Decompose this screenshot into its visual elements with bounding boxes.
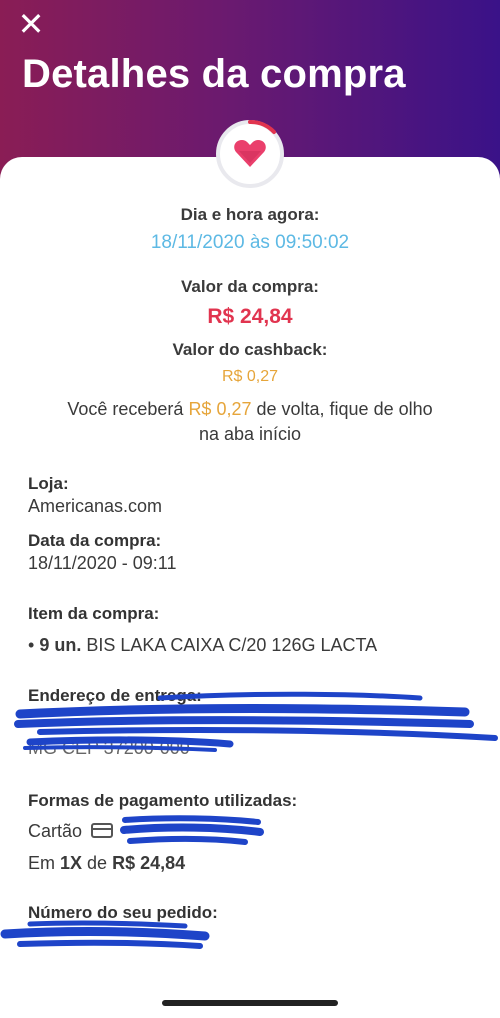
datetime-value: 18/11/2020 às 09:50:02 <box>150 232 350 253</box>
store-value: Americanas.com <box>28 496 163 516</box>
installments-mid: de <box>82 853 113 873</box>
store-label: Loja: <box>28 474 69 493</box>
installments-count: 1X <box>60 853 83 873</box>
payment-label: Formas de pagamento utilizadas: <box>28 791 298 810</box>
progress-arc <box>248 120 276 134</box>
installments-row: Em 1X de R$ 24,84 <box>28 853 185 874</box>
card-number-redaction <box>120 815 264 845</box>
purchase-value: R$ 24,84 <box>207 305 293 328</box>
cashback-value: R$ 0,27 <box>221 368 279 385</box>
message-text-2: de volta, fique de olho <box>251 399 433 419</box>
installments-pre: Em <box>28 853 61 873</box>
payment-method: Cartão <box>28 821 114 842</box>
payment-method-name: Cartão <box>28 821 83 841</box>
purchase-date-label: Data da compra: <box>28 531 162 550</box>
message-text: Você receberá <box>67 399 189 419</box>
page-title: Detalhes da compra <box>22 52 406 96</box>
close-icon[interactable]: ✕ <box>12 6 50 44</box>
bullet: • <box>28 635 40 655</box>
item-qty: 9 un. <box>39 635 82 655</box>
datetime-label: Dia e hora agora: <box>180 205 320 224</box>
home-indicator[interactable] <box>162 1000 338 1006</box>
item-label: Item da compra: <box>28 604 160 623</box>
installments-value: R$ 24,84 <box>112 853 186 873</box>
item-row: • 9 un. BIS LAKA CAIXA C/20 126G LACTA <box>28 635 377 656</box>
purchase-date-value: 18/11/2020 - 09:11 <box>28 553 177 573</box>
credit-card-icon <box>91 823 114 838</box>
order-number-redaction <box>0 920 210 949</box>
message-amount: R$ 0,27 <box>188 399 252 419</box>
cashback-message: Você receberá R$ 0,27 de volta, fique de… <box>0 397 500 447</box>
address-redaction <box>14 691 498 752</box>
item-name: BIS LAKA CAIXA C/20 126G LACTA <box>81 635 378 655</box>
cashback-label: Valor do cashback: <box>172 340 328 359</box>
purchase-value-label: Valor da compra: <box>181 277 319 296</box>
message-line-2: na aba início <box>198 424 302 444</box>
